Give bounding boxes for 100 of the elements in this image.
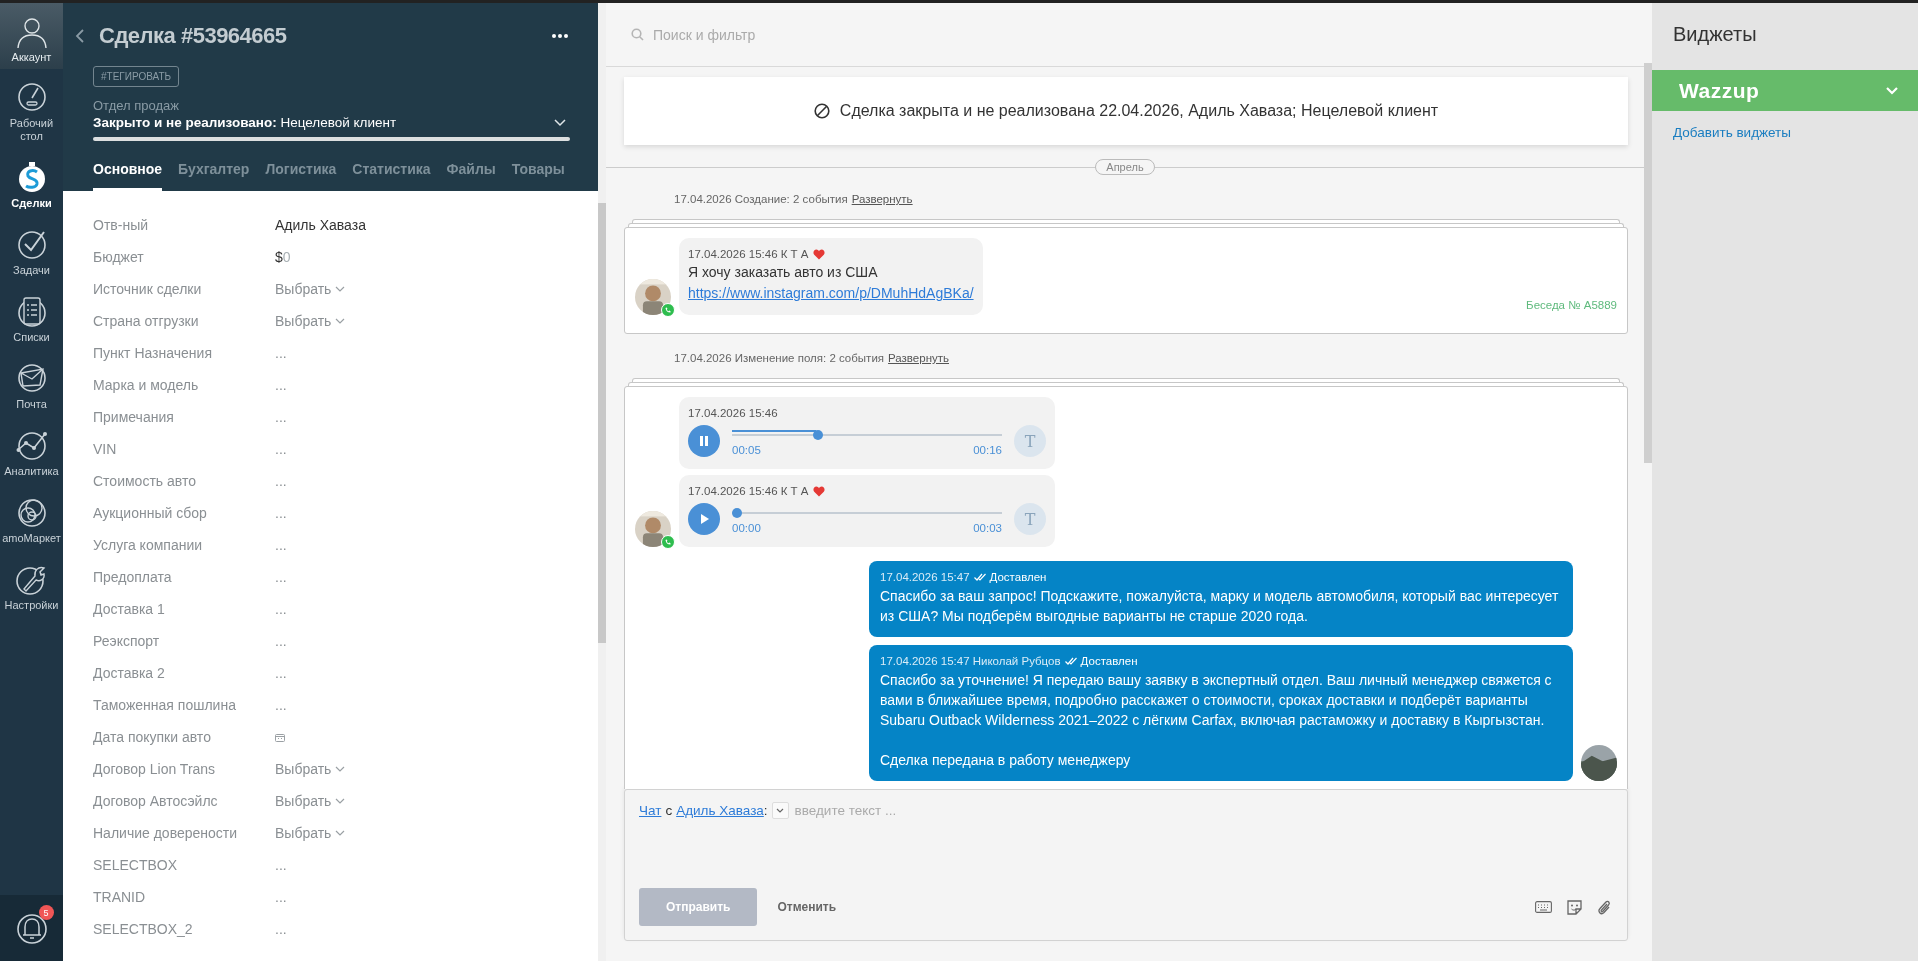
- bell-icon[interactable]: [15, 911, 48, 945]
- chevron-icon: [335, 286, 346, 292]
- contact-link[interactable]: Адиль Хаваза: [676, 803, 764, 818]
- transcribe-button[interactable]: T: [1014, 503, 1046, 535]
- field-value[interactable]: ...: [275, 441, 287, 457]
- field-label: Дата покупки авто: [93, 729, 212, 745]
- field-value[interactable]: ...: [275, 345, 287, 361]
- field-label: Марка и модель: [93, 377, 200, 393]
- field-label: Страна отгрузки: [93, 313, 200, 329]
- audio-thumb[interactable]: [812, 430, 823, 440]
- calendar-icon[interactable]: [275, 732, 285, 742]
- chevron-icon: [335, 798, 346, 804]
- message-text: Спасибо за ваш запрос! Подскажите, пожалуйста, марку и модель автомобиля, который вас интересует из США? Мы подберём выгодные варианты не старше 2020 года.: [880, 587, 1560, 626]
- tab[interactable]: Бухгалтер: [178, 155, 250, 191]
- field-label: Примечания: [93, 409, 175, 425]
- tab[interactable]: Файлы: [446, 155, 496, 191]
- status-dropdown[interactable]: Закрыто и не реализовано: Нецелевой клиент: [93, 115, 570, 130]
- select-dropdown[interactable]: Выбрать: [275, 761, 346, 777]
- chevron-icon: [554, 118, 566, 127]
- add-widgets-link[interactable]: Добавить виджеты: [1652, 111, 1918, 140]
- scrollbar-thumb[interactable]: [1644, 63, 1652, 463]
- select-dropdown[interactable]: Выбрать: [275, 313, 346, 329]
- paperclip-icon[interactable]: [1597, 898, 1611, 916]
- field-value[interactable]: ...: [275, 473, 287, 489]
- field-value[interactable]: ...: [275, 537, 287, 553]
- field-label: Реэкспорт: [93, 633, 161, 649]
- transcribe-button[interactable]: T: [1014, 425, 1046, 457]
- chat-badge-icon: [661, 303, 675, 317]
- tab[interactable]: Логистика: [265, 155, 337, 191]
- recipient-dropdown[interactable]: [771, 802, 789, 819]
- back-icon[interactable]: [75, 28, 85, 44]
- tab[interactable]: Основное: [93, 155, 163, 191]
- audio-thumb[interactable]: [732, 508, 742, 518]
- nav-item[interactable]: Сделки: [0, 149, 63, 216]
- account-label[interactable]: Аккаунт: [11, 51, 52, 63]
- message-input[interactable]: введите текст ...: [792, 802, 1611, 819]
- field-label: Таможенная пошлина: [93, 697, 237, 713]
- notification-badge: 5: [38, 905, 54, 920]
- field-value[interactable]: ...: [275, 377, 287, 393]
- budget-value[interactable]: $0: [275, 249, 291, 265]
- nav-item[interactable]: Аналитика: [0, 417, 63, 484]
- field-label: Наличие довереноcти: [93, 825, 239, 841]
- chat-link[interactable]: Чат: [639, 803, 662, 818]
- cancel-button[interactable]: Отменить: [771, 899, 843, 915]
- play-button[interactable]: [688, 503, 720, 535]
- field-label: SELECTBOX: [93, 857, 179, 873]
- checkmark-icon: [15, 228, 48, 260]
- field-label: Доставка 2: [93, 665, 166, 681]
- field-value[interactable]: ...: [275, 857, 287, 873]
- expand-link[interactable]: Развернуть: [888, 352, 949, 364]
- field-value[interactable]: ...: [275, 697, 287, 713]
- more-icon[interactable]: [552, 34, 568, 38]
- pause-button[interactable]: [688, 425, 720, 457]
- sticker-icon[interactable]: [1566, 898, 1583, 916]
- nav-item[interactable]: Настройки: [0, 551, 63, 618]
- message-text: Я хочу заказать авто из США: [688, 263, 879, 282]
- search-field[interactable]: Поиск и фильтр: [651, 25, 1055, 44]
- message-link[interactable]: https://www.instagram.com/p/DMuhHdAgBKa/: [688, 284, 974, 303]
- field-value[interactable]: Адиль Хаваза: [275, 217, 366, 233]
- nav-item[interactable]: Списки: [0, 283, 63, 350]
- pipeline-label: Отдел продаж: [93, 98, 180, 113]
- tab[interactable]: Товары: [511, 155, 565, 191]
- field-value[interactable]: ...: [275, 633, 287, 649]
- gauge-icon: [15, 81, 48, 113]
- field-value[interactable]: ...: [275, 505, 287, 521]
- play-icon: [698, 513, 710, 525]
- tab[interactable]: Статистика: [352, 155, 431, 191]
- duration-time: 00:03: [973, 522, 1002, 534]
- message-meta: 17.04.2026 15:47 Николай Рубцов: [880, 655, 1061, 667]
- nav-item[interactable]: Рабочий стол: [0, 69, 63, 149]
- duration-time: 00:16: [973, 444, 1002, 456]
- prohibited-icon: [813, 103, 830, 119]
- field-value[interactable]: ...: [275, 409, 287, 425]
- nav-item[interactable]: Задачи: [0, 216, 63, 283]
- field-label: Пункт Назначения: [93, 345, 213, 361]
- nav-item[interactable]: amoМаркет: [0, 484, 63, 551]
- tag-button[interactable]: #ТЕГИРОВАТЬ: [93, 66, 180, 87]
- select-dropdown[interactable]: Выбрать: [275, 281, 346, 297]
- field-label: Договор Lion Trans: [93, 761, 217, 777]
- field-value[interactable]: ...: [275, 921, 287, 937]
- composer-text: с: [665, 803, 673, 818]
- keyboard-icon[interactable]: [1535, 901, 1552, 913]
- widget-header[interactable]: Wazzup: [1652, 70, 1918, 111]
- field-value[interactable]: ...: [275, 601, 287, 617]
- field-value[interactable]: ...: [275, 889, 287, 905]
- select-dropdown[interactable]: Выбрать: [275, 793, 346, 809]
- circles-icon: [15, 496, 48, 528]
- message-text: Сделка передана в работу менеджеру: [880, 751, 1132, 770]
- scrollbar-thumb[interactable]: [598, 203, 606, 643]
- nav-item[interactable]: Почта: [0, 350, 63, 417]
- message-meta: 17.04.2026 15:46: [688, 407, 778, 419]
- message-meta: 17.04.2026 15:46 К Т А: [688, 248, 809, 260]
- field-label: Предоплата: [93, 569, 173, 585]
- field-label: SELECTBOX_2: [93, 921, 194, 937]
- field-value[interactable]: ...: [275, 569, 287, 585]
- field-label: Источник сделки: [93, 281, 203, 297]
- select-dropdown[interactable]: Выбрать: [275, 825, 346, 841]
- delivery-status: Доставлен: [989, 571, 1047, 583]
- expand-link[interactable]: Развернуть: [851, 193, 913, 205]
- field-value[interactable]: ...: [275, 665, 287, 681]
